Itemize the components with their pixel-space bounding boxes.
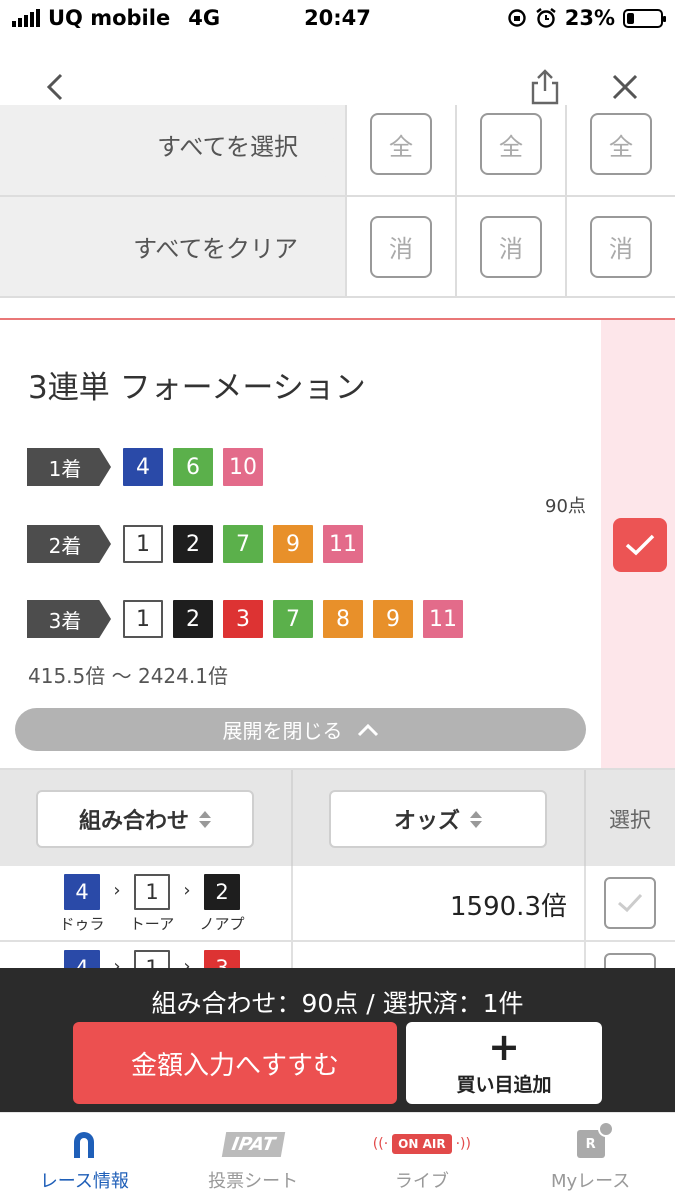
horseshoe-icon bbox=[74, 1132, 95, 1158]
horse-number: 10 bbox=[223, 448, 263, 486]
horse-number: 9 bbox=[373, 600, 413, 638]
clear-button[interactable]: 消 bbox=[590, 215, 652, 278]
clear-all-row: すべてをクリア 消 消 消 bbox=[0, 197, 675, 298]
tab-label: 投票シート bbox=[208, 1171, 299, 1192]
share-icon bbox=[531, 69, 559, 105]
selection-summary: 組み合わせ：90点 / 選択済：1件 bbox=[151, 989, 524, 1018]
on-air-icon: ((· ON AIR ·)) bbox=[372, 1134, 471, 1154]
collapse-label: 展開を閉じる bbox=[222, 719, 343, 743]
horse-number: 2 bbox=[173, 600, 213, 638]
horse-number: 2 bbox=[204, 874, 240, 910]
chevron-up-icon bbox=[357, 723, 378, 736]
row-odds: 1590.3倍 bbox=[450, 892, 567, 922]
tab-label: ライブ bbox=[394, 1171, 449, 1192]
horse-number: 1 bbox=[134, 874, 170, 910]
collapse-button[interactable]: 展開を閉じる bbox=[15, 708, 586, 751]
odds-range: 415.5倍 〜 2424.1倍 bbox=[28, 664, 228, 688]
place-row-2: 2着 1 2 7 9 11 bbox=[27, 525, 363, 563]
close-icon bbox=[612, 74, 638, 100]
select-all-button[interactable]: 全 bbox=[590, 113, 652, 175]
table-header: 組み合わせ オッズ 選択 bbox=[0, 768, 675, 866]
check-icon bbox=[618, 893, 643, 913]
points-count: 90点 bbox=[545, 496, 586, 517]
horse-number: 2 bbox=[173, 525, 213, 563]
horse-name: ノアプ bbox=[199, 915, 245, 933]
horse-number: 9 bbox=[273, 525, 313, 563]
horse-number: 1 bbox=[123, 525, 163, 563]
tab-vote-sheet[interactable]: IPAT 投票シート bbox=[169, 1113, 338, 1200]
battery-percent: 23% bbox=[564, 6, 615, 30]
col-odds-label: オッズ bbox=[393, 809, 460, 834]
horse-number: 7 bbox=[273, 600, 313, 638]
tab-label: Myレース bbox=[550, 1171, 631, 1192]
place-tag: 1着 bbox=[27, 448, 111, 486]
sort-odds-button[interactable]: オッズ bbox=[329, 790, 547, 848]
horse-name: ドゥラ bbox=[59, 915, 105, 933]
clear-button[interactable]: 消 bbox=[370, 215, 432, 278]
table-row[interactable]: 4 ドゥラ › 1 トーア › 2 ノアプ 1590.3倍 bbox=[0, 866, 675, 942]
clear-button[interactable]: 消 bbox=[480, 215, 542, 278]
proceed-to-amount-button[interactable]: 金額入力へすすむ bbox=[73, 1022, 397, 1104]
my-race-icon: R bbox=[576, 1121, 614, 1158]
arrow-icon: › bbox=[113, 880, 121, 901]
plus-icon: + bbox=[488, 1024, 520, 1069]
horse-number: 8 bbox=[323, 600, 363, 638]
select-all-label: すべてを選択 bbox=[0, 105, 320, 195]
arrow-icon: › bbox=[183, 880, 191, 901]
alarm-icon bbox=[536, 8, 556, 28]
col-combo-label: 組み合わせ bbox=[78, 809, 189, 834]
add-bet-button[interactable]: + 買い目追加 bbox=[406, 1022, 602, 1104]
horse-number: 7 bbox=[223, 525, 263, 563]
combination: 4 ドゥラ › 1 トーア › 2 ノアプ bbox=[56, 874, 248, 934]
sort-combo-button[interactable]: 組み合わせ bbox=[36, 790, 254, 848]
bet-select-column bbox=[601, 320, 675, 770]
check-icon bbox=[625, 534, 655, 556]
status-bar: UQ mobile 4G 20:47 23% bbox=[0, 0, 675, 40]
battery-icon bbox=[623, 8, 666, 28]
ipat-icon: IPAT bbox=[221, 1131, 285, 1157]
add-bet-label: 買い目追加 bbox=[456, 1073, 552, 1096]
place-tag: 3着 bbox=[27, 600, 111, 638]
horse-number: 3 bbox=[223, 600, 263, 638]
place-tag: 2着 bbox=[27, 525, 111, 563]
horse-number: 4 bbox=[64, 874, 100, 910]
horse-number: 1 bbox=[123, 600, 163, 638]
chevron-left-icon bbox=[46, 73, 63, 101]
horse-number: 11 bbox=[323, 525, 363, 563]
select-all-button[interactable]: 全 bbox=[370, 113, 432, 175]
select-all-row: すべてを選択 全 全 全 bbox=[0, 105, 675, 197]
tab-race-info[interactable]: レース情報 bbox=[0, 1113, 169, 1200]
tab-label: レース情報 bbox=[39, 1171, 129, 1192]
place-row-3: 3着 1 2 3 7 8 9 11 bbox=[27, 600, 463, 638]
select-all-button[interactable]: 全 bbox=[480, 113, 542, 175]
col-select-label: 選択 bbox=[609, 808, 651, 832]
rotation-lock-icon bbox=[508, 9, 526, 27]
tab-bar: レース情報 IPAT 投票シート ((· ON AIR ·)) ライブ R Myレー… bbox=[0, 1112, 675, 1200]
tab-live[interactable]: ((· ON AIR ·)) ライブ bbox=[338, 1113, 507, 1200]
horse-number: 4 bbox=[123, 448, 163, 486]
bet-card: 3連単 フォーメーション 1着 4 6 10 2着 1 2 7 9 11 3着 … bbox=[0, 318, 675, 770]
sort-icon bbox=[199, 810, 211, 828]
horse-number: 6 bbox=[173, 448, 213, 486]
bet-checkbox[interactable] bbox=[613, 518, 667, 572]
action-bar: 組み合わせ：90点 / 選択済：1件 金額入力へすすむ + 買い目追加 bbox=[0, 968, 675, 1112]
tab-my-race[interactable]: R Myレース bbox=[506, 1113, 675, 1200]
sort-icon bbox=[470, 810, 482, 828]
clear-all-label: すべてをクリア bbox=[0, 197, 320, 296]
row-checkbox[interactable] bbox=[604, 877, 656, 929]
place-row-1: 1着 4 6 10 bbox=[27, 448, 263, 486]
bet-title: 3連単 フォーメーション bbox=[28, 370, 366, 406]
horse-name: トーア bbox=[129, 915, 175, 933]
horse-number: 11 bbox=[423, 600, 463, 638]
